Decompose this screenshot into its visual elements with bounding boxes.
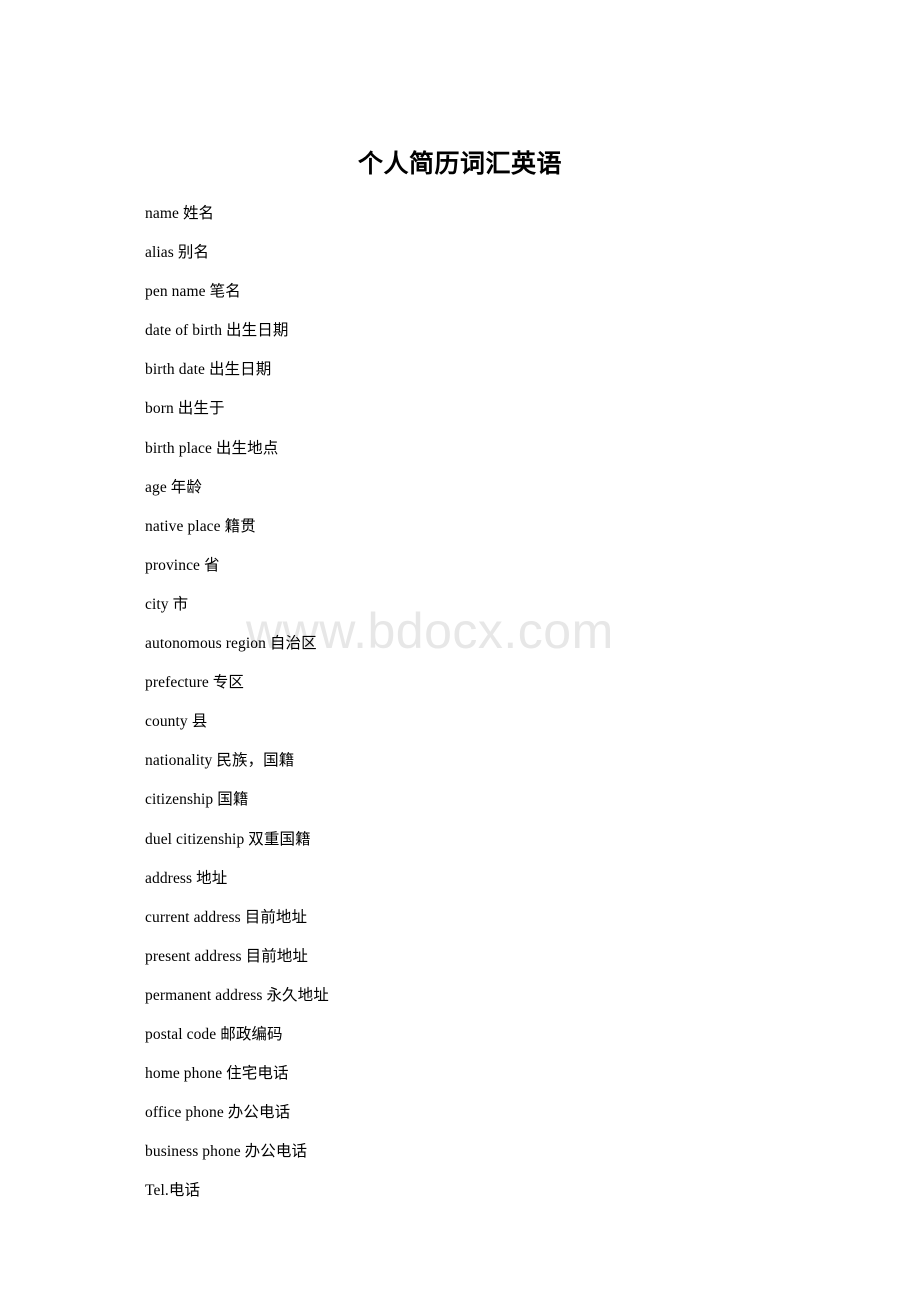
list-item: native place 籍贯	[145, 517, 256, 535]
list-item: duel citizenship 双重国籍	[145, 830, 311, 848]
list-item: date of birth 出生日期	[145, 322, 289, 340]
document-page: www.bdocx.com 个人简历词汇英语 name 姓名 alias 别名 …	[0, 0, 920, 1302]
document-content: 个人简历词汇英语 name 姓名 alias 别名 pen name 笔名 da…	[0, 0, 920, 1302]
list-item: present address 目前地址	[145, 947, 308, 965]
list-item: alias 别名	[145, 244, 210, 262]
list-item: born 出生于	[145, 400, 225, 418]
list-item: address 地址	[145, 869, 228, 887]
list-item: birth place 出生地点	[145, 439, 279, 457]
list-item: county 县	[145, 713, 208, 731]
list-item: home phone 住宅电话	[145, 1065, 289, 1083]
list-item: Tel.电话	[145, 1182, 201, 1200]
list-item: birth date 出生日期	[145, 361, 272, 379]
list-item: name 姓名	[145, 205, 215, 222]
list-item: current address 目前地址	[145, 908, 308, 926]
list-item: citizenship 国籍	[145, 791, 249, 809]
list-item: nationality 民族，国籍	[145, 752, 295, 770]
list-item: business phone 办公电话	[145, 1143, 308, 1161]
vocabulary-list: name 姓名 alias 别名 pen name 笔名 date of bir…	[145, 201, 845, 1217]
list-item: prefecture 专区	[145, 674, 244, 692]
list-item: pen name 笔名	[145, 283, 241, 301]
list-item: age 年龄	[145, 478, 202, 496]
list-item: autonomous region 自治区	[145, 635, 317, 653]
list-item: province 省	[145, 556, 220, 574]
page-title: 个人简历词汇英语	[357, 151, 562, 178]
list-item: permanent address 永久地址	[145, 986, 329, 1004]
list-item: postal code 邮政编码	[145, 1025, 283, 1043]
list-item: office phone 办公电话	[145, 1104, 291, 1122]
list-item: city 市	[145, 595, 189, 613]
